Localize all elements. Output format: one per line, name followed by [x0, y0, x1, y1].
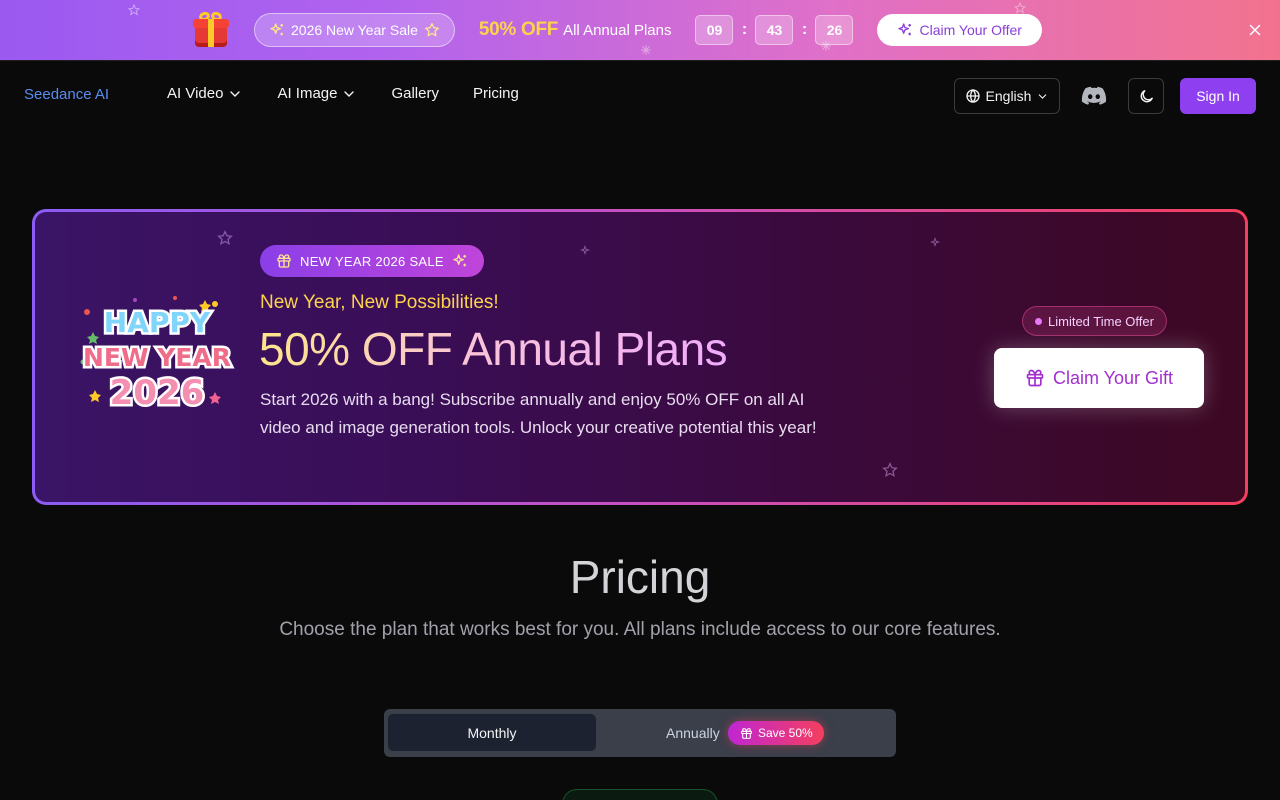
countdown-seconds: 26 [815, 15, 854, 45]
sparkles-icon [270, 23, 283, 36]
close-icon[interactable] [1246, 21, 1264, 39]
hny-line1: HAPPY [104, 306, 211, 339]
chevron-down-icon [1039, 93, 1047, 99]
new-year-sale-badge: NEW YEAR 2026 SALE [260, 245, 484, 277]
nav-gallery[interactable]: Gallery [391, 85, 439, 102]
promo-discount: 50% OFF [478, 19, 559, 40]
theme-toggle-button[interactable] [1128, 78, 1164, 114]
claim-gift-button[interactable]: Claim Your Gift [994, 348, 1204, 408]
toggle-monthly[interactable]: Monthly [388, 714, 596, 751]
new-year-banner-body: HAPPY NEW YEAR 2026 NEW YEAR 2026 SALE N… [35, 212, 1245, 502]
claim-offer-button[interactable]: Claim Your Offer [877, 14, 1042, 46]
globe-icon [965, 89, 980, 103]
star-icon [424, 23, 439, 37]
countdown-minutes: 43 [755, 15, 794, 45]
sale-pill: 2026 New Year Sale [254, 13, 455, 47]
star-decoration-icon [882, 462, 898, 477]
promo-plans-text: All Annual Plans [563, 22, 672, 39]
discord-icon[interactable] [1080, 84, 1108, 108]
pulse-dot [1035, 317, 1042, 325]
limited-time-label: Limited Time Offer [1048, 313, 1154, 329]
new-year-banner: HAPPY NEW YEAR 2026 NEW YEAR 2026 SALE N… [32, 209, 1248, 505]
claim-offer-label: Claim Your Offer [919, 22, 1022, 38]
nav-ai-image-label: AI Image [277, 85, 338, 102]
chevron-down-icon [344, 90, 355, 97]
sign-in-button[interactable]: Sign In [1180, 78, 1256, 114]
pricing-title: Pricing [569, 551, 711, 603]
hny-line2: NEW YEAR [83, 343, 231, 372]
star-decoration-icon [217, 230, 233, 245]
sparkle-decoration-icon [580, 245, 591, 256]
gift-icon [1026, 369, 1044, 387]
countdown-timer: 09 : 43 : 26 [695, 15, 854, 45]
nav-pricing[interactable]: Pricing [473, 85, 519, 102]
save-badge-label: Save 50% [758, 726, 813, 740]
promo-bar: 2026 New Year Sale 50% OFF All Annual Pl… [0, 0, 1280, 60]
star-decoration-icon [128, 4, 140, 16]
navbar: Seedance AI AI Video AI Image Gallery Pr… [0, 60, 1280, 130]
sale-pill-label: 2026 New Year Sale [291, 22, 418, 38]
limited-time-badge: Limited Time Offer [1022, 306, 1167, 336]
countdown-hours: 09 [695, 15, 734, 45]
nav-links: AI Video AI Image Gallery Pricing [167, 85, 553, 102]
hero-subtitle: New Year, New Possibilities! [260, 292, 499, 313]
gift-icon [741, 727, 752, 739]
sale-badge-label: NEW YEAR 2026 SALE [300, 253, 444, 269]
sparkle-decoration-icon [930, 237, 941, 248]
happy-new-year-image: HAPPY NEW YEAR 2026 [80, 296, 234, 416]
language-selector[interactable]: English [954, 78, 1060, 114]
hero-title: 50% OFF Annual Plans [259, 323, 728, 375]
hny-line3: 2026 [110, 373, 205, 413]
pricing-subtitle: Choose the plan that works best for you.… [279, 619, 1001, 640]
nav-pricing-label: Pricing [472, 85, 519, 102]
countdown-separator: : [801, 21, 808, 38]
gift-box-icon [190, 9, 232, 51]
sparkles-icon [898, 23, 912, 36]
plan-badge-partial [562, 789, 718, 800]
countdown-separator: : [741, 21, 748, 38]
nav-ai-image[interactable]: AI Image [277, 85, 357, 102]
gift-icon [277, 254, 291, 268]
claim-gift-label: Claim Your Gift [1052, 367, 1174, 388]
chevron-down-icon [230, 90, 241, 97]
nav-gallery-label: Gallery [391, 85, 439, 102]
nav-ai-video-label: AI Video [167, 85, 224, 102]
save-badge: Save 50% [728, 721, 824, 745]
language-label: English [985, 88, 1032, 104]
promo-text: 50% OFF All Annual Plans [479, 19, 672, 41]
sparkles-icon [453, 254, 466, 267]
moon-icon [1140, 89, 1153, 102]
nav-ai-video[interactable]: AI Video [167, 85, 243, 102]
brand-logo[interactable]: Seedance AI [24, 86, 109, 103]
billing-toggle: Monthly Annually Save 50% [384, 709, 896, 757]
toggle-annually[interactable]: Annually [666, 725, 720, 741]
hero-description: Start 2026 with a bang! Subscribe annual… [260, 390, 817, 437]
